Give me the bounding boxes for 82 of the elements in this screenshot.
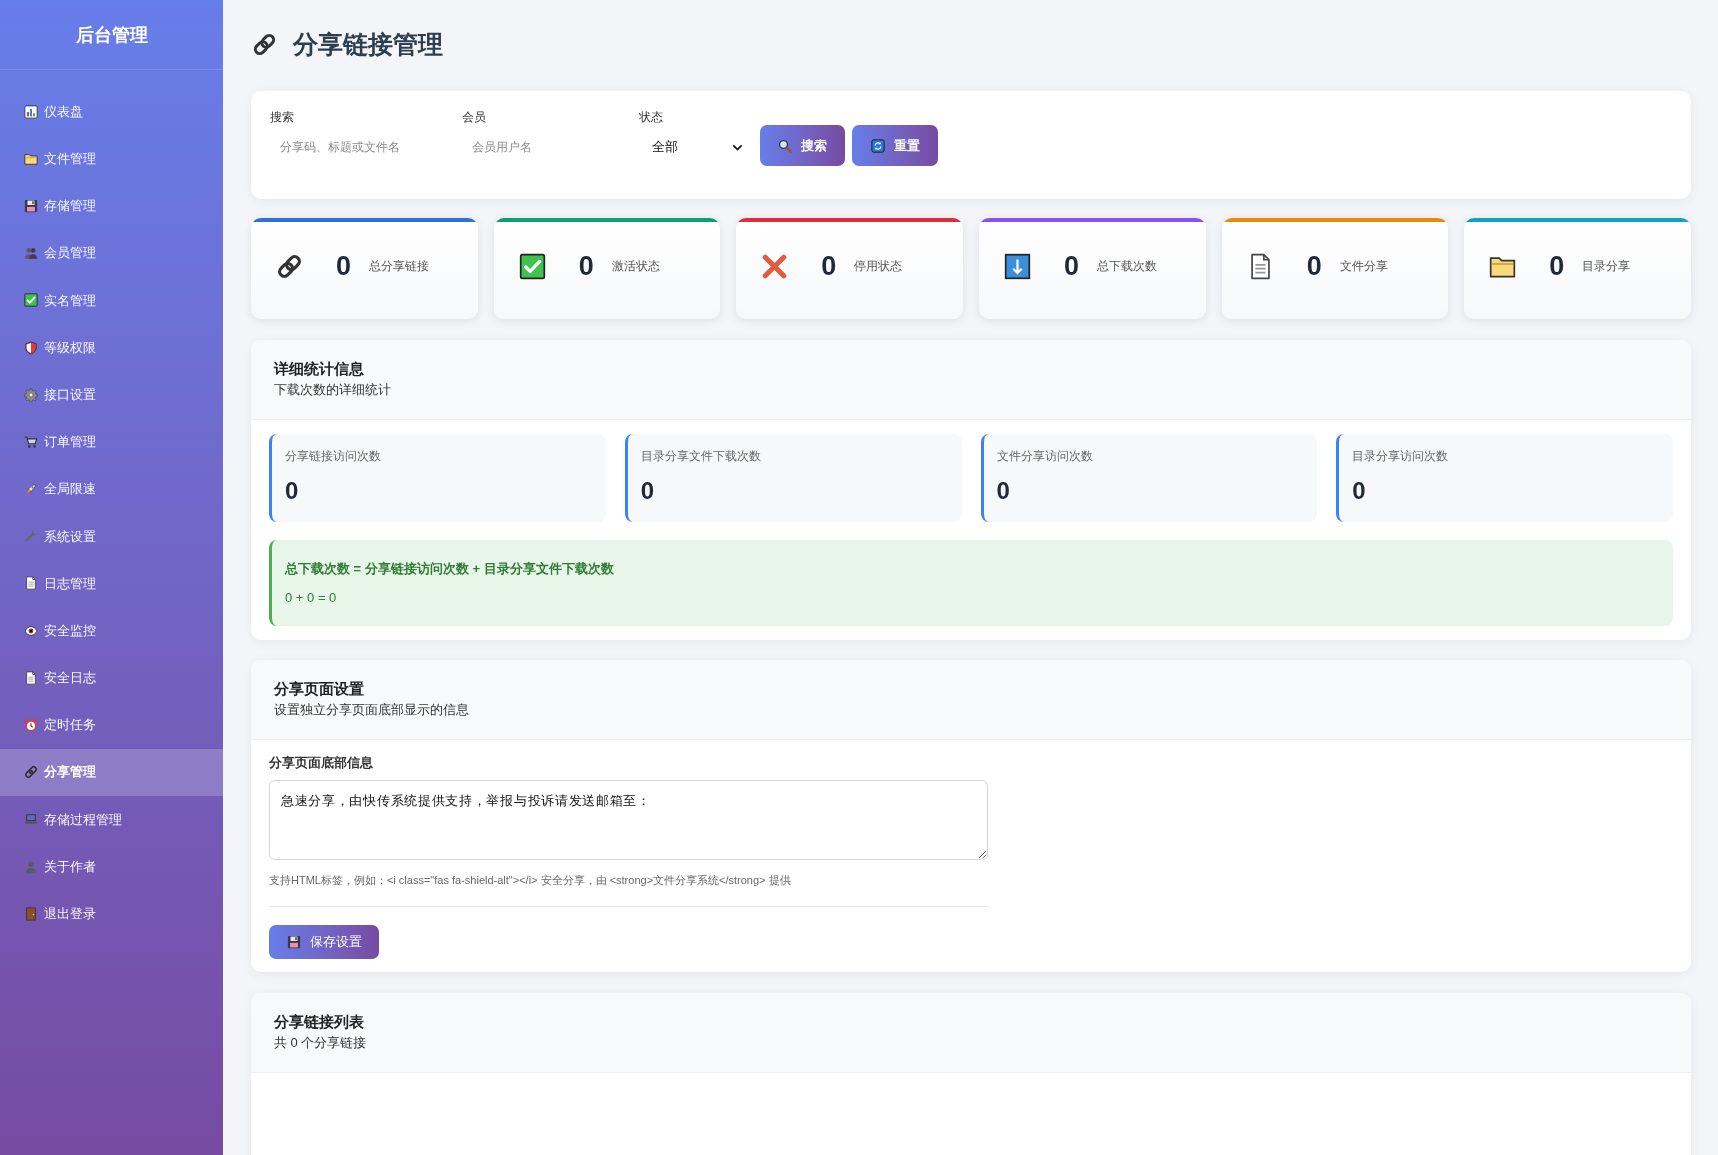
- folder-icon: [24, 151, 38, 166]
- sidebar-menu-item[interactable]: 实名管理: [0, 276, 223, 324]
- document-icon: [24, 670, 38, 685]
- metric-label: 文件分享访问次数: [996, 448, 1094, 464]
- document-icon: [24, 576, 38, 591]
- metric-label: 目录分享访问次数: [1352, 448, 1450, 464]
- formula-result: 0 + 0 = 0: [285, 589, 338, 607]
- laptop-icon: [24, 812, 38, 827]
- checkbox-icon: [518, 252, 546, 280]
- stat-label: 总分享链接: [369, 258, 430, 275]
- user-icon: [24, 859, 38, 874]
- field-label: 状态: [639, 109, 664, 125]
- sidebar-menu-item[interactable]: 安全监控: [0, 607, 223, 655]
- stat-value: 0: [336, 250, 352, 282]
- field-label: 会员: [462, 109, 487, 125]
- formula-text: 总下载次数 = 分享链接访问次数 + 目录分享文件下载次数: [285, 560, 615, 578]
- sidebar-menu-item[interactable]: 订单管理: [0, 418, 223, 466]
- stat-value: 0: [1064, 250, 1080, 282]
- stat-label: 文件分享: [1339, 258, 1388, 275]
- sidebar-menu-item[interactable]: 接口设置: [0, 371, 223, 419]
- sidebar-menu-item[interactable]: 存储管理: [0, 182, 223, 230]
- footer-info-textarea[interactable]: 急速分享，由快传系统提供支持，举报与投诉请发送邮箱至：: [269, 780, 988, 860]
- section-title: 分享页面设置: [274, 680, 365, 698]
- sidebar-menu-item[interactable]: 退出登录: [0, 890, 223, 938]
- sidebar-menu-item[interactable]: 仪表盘: [0, 88, 223, 136]
- sidebar-menu-item[interactable]: 分享管理: [0, 748, 223, 796]
- users-icon: [24, 246, 38, 261]
- sidebar-menu-item[interactable]: 会员管理: [0, 229, 223, 277]
- link-icon: [24, 765, 38, 780]
- sidebar-menu-item[interactable]: 等级权限: [0, 323, 223, 372]
- cross-icon: [761, 252, 789, 280]
- search-button[interactable]: 搜索: [760, 125, 845, 166]
- gear-icon: [24, 387, 38, 402]
- stat-label: 目录分享: [1582, 258, 1631, 275]
- sidebar-menu-item[interactable]: 全局限速: [0, 465, 223, 513]
- sidebar-menu-item[interactable]: 定时任务: [0, 701, 223, 749]
- bar-chart-icon: [24, 104, 38, 119]
- field-label: 搜索: [270, 109, 295, 125]
- sidebar-menu-item[interactable]: 文件管理: [0, 135, 223, 183]
- search-icon: [778, 138, 792, 153]
- page-title: 分享链接管理: [293, 29, 443, 60]
- wrench-icon: [24, 529, 38, 544]
- metric-value: 0: [1352, 477, 1367, 505]
- stat-label: 总下载次数: [1097, 258, 1158, 275]
- sidebar-title: 后台管理: [75, 23, 148, 47]
- search-input[interactable]: 分享码、标题或文件名: [270, 128, 450, 166]
- metric-value: 0: [640, 477, 656, 505]
- link-icon: [276, 252, 303, 280]
- sidebar-menu-item[interactable]: 日志管理: [0, 559, 223, 608]
- sidebar-menu-item[interactable]: 安全日志: [0, 654, 223, 702]
- metric-label: 目录分享文件下载次数: [640, 448, 762, 464]
- search-input[interactable]: 会员用户名: [462, 128, 627, 166]
- shield-icon: [24, 340, 38, 355]
- stat-value: 0: [578, 250, 594, 282]
- sidebar-menu-item[interactable]: 系统设置: [0, 512, 223, 560]
- door-icon: [24, 906, 38, 921]
- section-subtitle: 共 0 个分享链接: [274, 1034, 368, 1052]
- stat-value: 0: [821, 250, 837, 282]
- stat-value: 0: [1306, 250, 1322, 282]
- sidebar-menu-item[interactable]: 关于作者: [0, 843, 223, 891]
- cart-icon: [24, 434, 38, 449]
- section-subtitle: 设置独立分享页面底部显示的信息: [274, 701, 470, 719]
- stat-value: 0: [1549, 250, 1565, 282]
- eye-icon: [24, 623, 38, 638]
- refresh-icon: [870, 138, 885, 153]
- section-title: 分享链接列表: [274, 1013, 365, 1031]
- sidebar-menu-item[interactable]: 存储过程管理: [0, 795, 223, 843]
- link-icon: [252, 31, 277, 57]
- stat-label: 激活状态: [611, 258, 660, 275]
- metric-label: 分享链接访问次数: [285, 448, 382, 464]
- status-select[interactable]: 全部: [639, 128, 749, 166]
- save-settings-button[interactable]: 保存设置: [269, 925, 379, 959]
- checkbox-icon: [24, 293, 38, 308]
- section-subtitle: 下载次数的详细统计: [274, 381, 392, 399]
- stat-label: 停用状态: [854, 258, 903, 275]
- section-title: 详细统计信息: [274, 360, 365, 378]
- metric-value: 0: [996, 477, 1011, 505]
- field-label: 分享页面底部信息: [269, 754, 374, 772]
- metric-value: 0: [285, 477, 300, 505]
- hint-text: 支持HTML标签，例如：<i class="fas fa-shield-alt"></i> 安全分享，由 <strong>文件分享系统</strong> 提供: [269, 873, 792, 888]
- alarm-clock-icon: [24, 718, 38, 733]
- reset-button[interactable]: 重置: [852, 125, 938, 166]
